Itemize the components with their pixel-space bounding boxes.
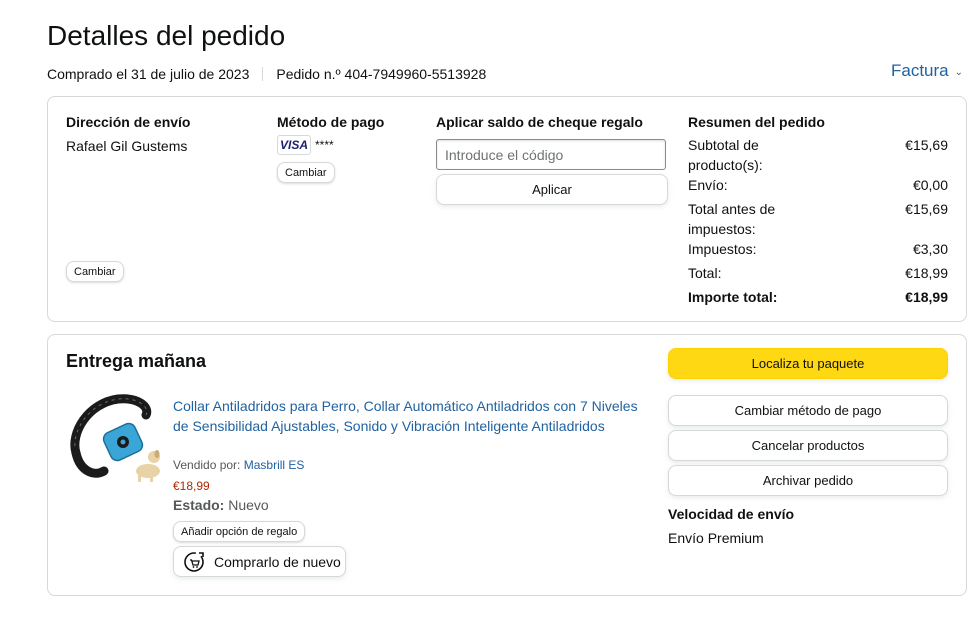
cancel-items-button[interactable]: Cancelar productos <box>668 430 948 461</box>
change-payment-method-button[interactable]: Cambiar método de pago <box>668 395 948 426</box>
order-number: Pedido n.º 404-7949960-5513928 <box>276 66 487 82</box>
sold-by-label: Vendido por: <box>173 458 241 472</box>
visa-card-icon: VISA <box>277 135 311 155</box>
change-payment-button[interactable]: Cambiar <box>277 162 335 183</box>
buy-again-icon <box>184 551 204 572</box>
grand-total-value: €18,99 <box>905 289 948 305</box>
seller-link[interactable]: Masbrill ES <box>244 458 305 472</box>
product-image[interactable] <box>68 393 164 487</box>
shipping-cost-value: €0,00 <box>912 177 948 193</box>
total-value: €18,99 <box>905 265 948 281</box>
gift-option-button[interactable]: Añadir opción de regalo <box>173 521 306 542</box>
product-price: €18,99 <box>173 479 210 493</box>
tax-value: €3,30 <box>912 241 948 257</box>
page-title: Detalles del pedido <box>47 20 286 51</box>
product-title-link[interactable]: Collar Antiladridos para Perro, Collar A… <box>173 396 643 436</box>
tax-label: Impuestos: <box>688 241 757 257</box>
invoice-dropdown[interactable]: Factura ⌄ <box>891 61 963 81</box>
status-value: Nuevo <box>228 497 269 513</box>
grand-total-label: Importe total: <box>688 289 778 305</box>
status-label: Estado: <box>173 497 225 513</box>
product-status: Estado: Nuevo <box>173 497 269 513</box>
shipping-cost-label: Envío: <box>688 177 728 193</box>
gift-card-title: Aplicar saldo de cheque regalo <box>436 114 643 130</box>
invoice-label: Factura <box>891 61 949 80</box>
divider <box>262 67 264 81</box>
total-label: Total: <box>688 265 722 281</box>
payment-title: Método de pago <box>277 114 385 130</box>
buy-again-button[interactable]: Comprarlo de nuevo <box>173 546 346 577</box>
buy-again-label: Comprarlo de nuevo <box>214 553 341 570</box>
pretax-value: €15,69 <box>905 201 948 217</box>
shipping-title: Dirección de envío <box>66 114 191 130</box>
purchase-date: Comprado el 31 de julio de 2023 <box>47 66 250 82</box>
change-address-button[interactable]: Cambiar <box>66 261 124 282</box>
gift-code-input[interactable] <box>436 139 666 170</box>
delivery-title: Entrega mañana <box>66 351 207 371</box>
apply-button[interactable]: Aplicar <box>436 174 668 205</box>
shipping-speed-title: Velocidad de envío <box>668 506 795 522</box>
card-digits: **** <box>315 138 334 152</box>
seller-line: Vendido por: Masbrill ES <box>173 458 304 472</box>
summary-title: Resumen del pedido <box>688 114 825 130</box>
shipping-speed-value: Envío Premium <box>668 530 764 546</box>
track-package-button[interactable]: Localiza tu paquete <box>668 348 948 379</box>
subtotal-value: €15,69 <box>905 137 948 153</box>
pretax-label: Total antes de impuestos: <box>688 201 776 237</box>
shipping-name: Rafael Gil Gustems <box>66 138 188 154</box>
archive-order-button[interactable]: Archivar pedido <box>668 465 948 496</box>
subtotal-label: Subtotal de producto(s): <box>688 137 763 173</box>
chevron-down-icon: ⌄ <box>954 66 964 78</box>
order-meta: Comprado el 31 de julio de 2023 Pedido n… <box>47 66 486 82</box>
